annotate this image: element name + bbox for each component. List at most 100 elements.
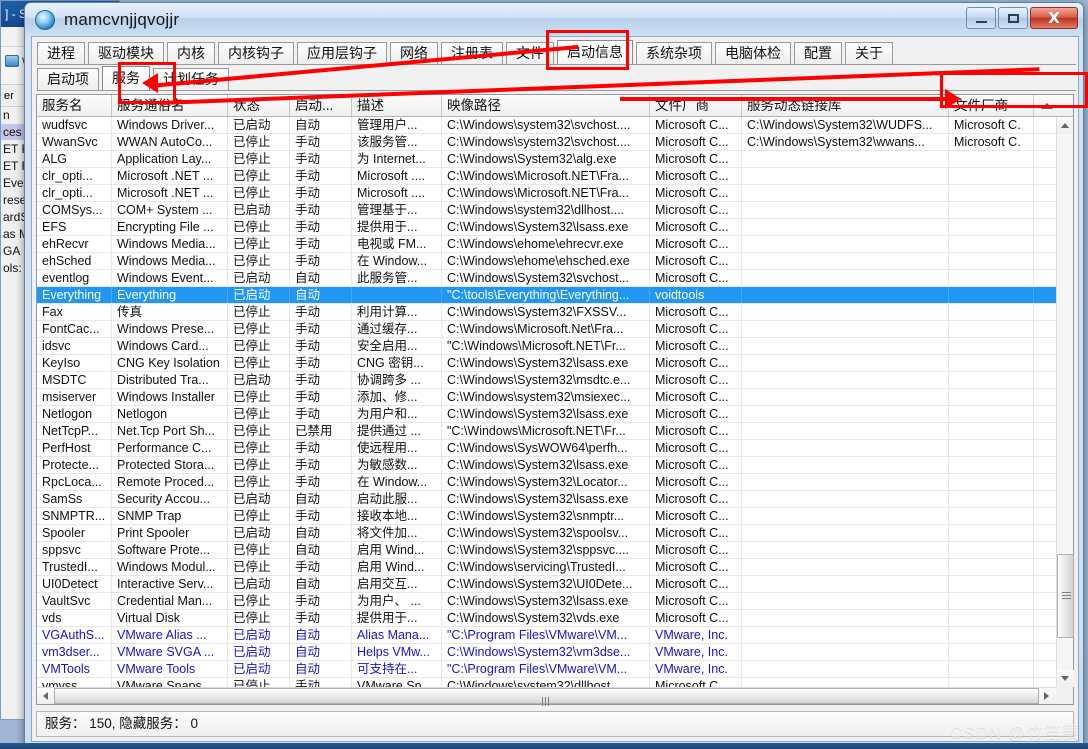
cell-6: Microsoft C...: [650, 406, 742, 422]
table-row[interactable]: ALGApplication Lay...已停止手动为 Internet...C…: [37, 151, 1056, 168]
table-row[interactable]: FontCac...Windows Prese...已停止手动通过缓存...C:…: [37, 321, 1056, 338]
cell-2: 已停止: [228, 610, 290, 626]
tab-6[interactable]: 注册表: [441, 42, 503, 65]
table-body[interactable]: wudfsvcWindows Driver...已启动自动管理用户...C:\W…: [37, 117, 1056, 687]
cell-2: 已停止: [228, 321, 290, 337]
main-tab-bar[interactable]: 进程驱动模块内核内核钩子应用层钩子网络注册表文件启动信息系统杂项电脑体检配置关于: [32, 37, 1078, 65]
cell-8: [949, 321, 1034, 337]
table-row[interactable]: WwanSvcWWAN AutoCo...已停止手动该服务管...C:\Wind…: [37, 134, 1056, 151]
cell-7: [742, 661, 949, 677]
cell-2: 已启动: [228, 372, 290, 388]
cell-5: "C:\tools\Everything\Everything...: [442, 287, 650, 303]
vertical-scroll-thumb[interactable]: [1057, 554, 1074, 638]
scroll-up-icon[interactable]: [1057, 117, 1073, 134]
tab-4[interactable]: 应用层钩子: [297, 42, 387, 65]
column-header-8[interactable]: 文件厂商: [949, 95, 1034, 116]
table-row[interactable]: VMToolsVMware Tools已启动自动可支持在..."C:\Progr…: [37, 661, 1056, 678]
column-header-0[interactable]: 服务名: [37, 95, 112, 116]
cell-0: RpcLoca...: [37, 474, 112, 490]
scroll-down-icon[interactable]: [1057, 670, 1074, 687]
cell-2: 已启动: [228, 644, 290, 660]
tab-2[interactable]: 内核: [167, 42, 215, 65]
cell-8: [949, 474, 1034, 490]
table-row[interactable]: ehRecvrWindows Media...已停止手动电视或 FM...C:\…: [37, 236, 1056, 253]
table-row[interactable]: TrustedI...Windows Modul...已停止手动启用 Wind.…: [37, 559, 1056, 576]
cell-1: VMware Snaps...: [112, 678, 228, 687]
subtab-2[interactable]: 计划任务: [153, 68, 229, 91]
maximize-button[interactable]: [998, 7, 1028, 29]
cell-8: [949, 593, 1034, 609]
table-row[interactable]: VGAuthS...VMware Alias ...已启动自动Alias Man…: [37, 627, 1056, 644]
tab-12[interactable]: 关于: [845, 42, 893, 65]
tab-10[interactable]: 电脑体检: [715, 42, 791, 65]
vertical-scrollbar[interactable]: [1056, 117, 1073, 687]
sub-tab-bar[interactable]: 启动项服务计划任务: [32, 65, 1078, 91]
tab-8[interactable]: 启动信息: [557, 40, 633, 65]
cell-1: Microsoft .NET ...: [112, 168, 228, 184]
table-row[interactable]: Fax传真已停止手动利用计算...C:\Windows\System32\FXS…: [37, 304, 1056, 321]
window-titlebar[interactable]: mamcvnjjqvojjr X: [25, 3, 1083, 37]
cell-5: C:\Windows\System32\lsass.exe: [442, 457, 650, 473]
table-row[interactable]: wudfsvcWindows Driver...已启动自动管理用户...C:\W…: [37, 117, 1056, 134]
tab-1[interactable]: 驱动模块: [88, 42, 164, 65]
table-row[interactable]: msiserverWindows Installer已停止手动添加、修...C:…: [37, 389, 1056, 406]
table-row[interactable]: clr_opti...Microsoft .NET ...已停止手动Micros…: [37, 185, 1056, 202]
tab-7[interactable]: 文件: [506, 42, 554, 65]
close-button[interactable]: X: [1030, 7, 1078, 29]
table-row[interactable]: vdsVirtual Disk已停止手动提供用于...C:\Windows\Sy…: [37, 610, 1056, 627]
column-header-1[interactable]: 服务通俗名: [112, 95, 228, 116]
scroll-left-icon[interactable]: [37, 688, 54, 704]
cell-3: 手动: [290, 508, 352, 524]
column-header-3[interactable]: 启动...: [290, 95, 352, 116]
cell-0: eventlog: [37, 270, 112, 286]
tab-9[interactable]: 系统杂项: [636, 42, 712, 65]
tab-5[interactable]: 网络: [390, 42, 438, 65]
table-row[interactable]: ehSchedWindows Media...已停止手动在 Window...C…: [37, 253, 1056, 270]
subtab-1[interactable]: 服务: [102, 66, 150, 91]
table-row[interactable]: clr_opti...Microsoft .NET ...已停止手动Micros…: [37, 168, 1056, 185]
table-row[interactable]: SNMPTR...SNMP Trap已停止手动接收本地...C:\Windows…: [37, 508, 1056, 525]
horizontal-scrollbar[interactable]: [37, 687, 1056, 704]
table-row[interactable]: NetlogonNetlogon已停止手动为用户和...C:\Windows\S…: [37, 406, 1056, 423]
column-header-7[interactable]: 服务动态链接库: [742, 95, 949, 116]
cell-5: C:\Windows\System32\snmptr...: [442, 508, 650, 524]
table-row[interactable]: SamSsSecurity Accou...已启动自动启动此服...C:\Win…: [37, 491, 1056, 508]
column-header-6[interactable]: 文件厂商: [650, 95, 742, 116]
horizontal-scroll-thumb[interactable]: [54, 688, 1039, 704]
table-row[interactable]: sppsvcSoftware Prote...已停止自动启用 Wind...C:…: [37, 542, 1056, 559]
table-row[interactable]: SpoolerPrint Spooler已启动自动将文件加...C:\Windo…: [37, 525, 1056, 542]
column-header-5[interactable]: 映像路径: [442, 95, 650, 116]
cell-1: SNMP Trap: [112, 508, 228, 524]
tab-3[interactable]: 内核钩子: [218, 42, 294, 65]
cell-6: voidtools: [650, 287, 742, 303]
column-header-2[interactable]: 状态: [228, 95, 290, 116]
minimize-button[interactable]: [966, 7, 996, 29]
table-row[interactable]: idsvcWindows Card...已停止手动安全启用..."C:\Wind…: [37, 338, 1056, 355]
table-header-row[interactable]: 服务名服务通俗名状态启动...描述映像路径文件厂商服务动态链接库文件厂商: [37, 95, 1073, 117]
tab-0[interactable]: 进程: [37, 42, 85, 65]
table-row[interactable]: NetTcpP...Net.Tcp Port Sh...已停止已禁用提供通过 .…: [37, 423, 1056, 440]
tab-11[interactable]: 配置: [794, 42, 842, 65]
cell-6: Microsoft C...: [650, 134, 742, 150]
table-row[interactable]: EFSEncrypting File ...已停止手动提供用于...C:\Win…: [37, 219, 1056, 236]
scroll-right-icon[interactable]: [1039, 688, 1056, 704]
table-row[interactable]: EverythingEverything已启动自动"C:\tools\Every…: [37, 287, 1056, 304]
table-row[interactable]: PerfHostPerformance C...已停止手动使远程用...C:\W…: [37, 440, 1056, 457]
table-row[interactable]: KeyIsoCNG Key Isolation已停止手动CNG 密钥...C:\…: [37, 355, 1056, 372]
table-row[interactable]: MSDTCDistributed Tra...已启动手动协调跨多 ...C:\W…: [37, 372, 1056, 389]
table-row[interactable]: vmvssVMware Snaps...已停止手动VMware Sn...C:\…: [37, 678, 1056, 687]
table-row[interactable]: RpcLoca...Remote Proced...已停止手动在 Window.…: [37, 474, 1056, 491]
subtab-0[interactable]: 启动项: [37, 68, 99, 91]
sort-ascending-icon[interactable]: [1034, 95, 1059, 116]
cell-8: [949, 168, 1034, 184]
cell-1: COM+ System ...: [112, 202, 228, 218]
table-row[interactable]: VaultSvcCredential Man...已停止手动为用户、 ...C:…: [37, 593, 1056, 610]
cell-2: 已停止: [228, 678, 290, 687]
table-row[interactable]: COMSys...COM+ System ...已启动手动管理基于...C:\W…: [37, 202, 1056, 219]
table-row[interactable]: UI0DetectInteractive Serv...已启动自动启用交互...…: [37, 576, 1056, 593]
cell-3: 手动: [290, 151, 352, 167]
table-row[interactable]: eventlogWindows Event...已启动自动此服务管...C:\W…: [37, 270, 1056, 287]
column-header-4[interactable]: 描述: [352, 95, 442, 116]
table-row[interactable]: vm3dser...VMware SVGA ...已启动自动Helps VMw.…: [37, 644, 1056, 661]
table-row[interactable]: Protecte...Protected Stora...已停止手动为敏感数..…: [37, 457, 1056, 474]
